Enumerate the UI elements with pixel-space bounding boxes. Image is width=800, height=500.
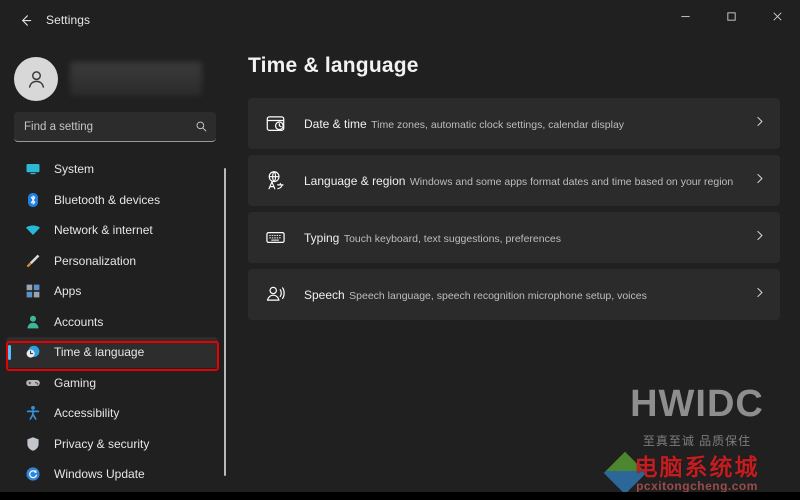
sidebar-item-accounts[interactable]: Accounts	[6, 307, 218, 338]
speech-person-icon	[264, 284, 286, 306]
settings-card-speech[interactable]: Speech Speech language, speech recogniti…	[248, 269, 780, 320]
sidebar-item-label: System	[54, 162, 95, 177]
settings-card-list: Date & time Time zones, automatic clock …	[228, 98, 800, 320]
window-controls	[662, 0, 800, 32]
card-title: Typing	[304, 230, 340, 245]
back-arrow-icon	[21, 14, 31, 26]
sidebar-item-bluetooth-devices[interactable]: Bluetooth & devices	[6, 185, 218, 216]
sidebar-item-label: Bluetooth & devices	[54, 192, 161, 207]
sidebar-item-personalization[interactable]: Personalization	[6, 246, 218, 277]
gamepad-icon	[24, 374, 41, 391]
settings-card-date-time[interactable]: Date & time Time zones, automatic clock …	[248, 98, 780, 149]
keyboard-icon	[264, 227, 286, 249]
wifi-icon	[24, 222, 41, 239]
accessibility-person-icon	[24, 405, 41, 422]
sidebar-item-privacy-security[interactable]: Privacy & security	[6, 429, 218, 460]
refresh-circle-icon	[24, 466, 41, 483]
bottom-edge-mask	[0, 492, 800, 500]
card-subtitle: Time zones, automatic clock settings, ca…	[371, 118, 625, 131]
sidebar-item-label: Apps	[54, 284, 82, 299]
language-globe-icon	[264, 170, 286, 192]
sidebar-scrollbar[interactable]	[224, 168, 226, 500]
settings-card-typing[interactable]: Typing Touch keyboard, text suggestions,…	[248, 212, 780, 263]
close-icon	[773, 12, 781, 20]
sidebar-item-label: Time & language	[54, 345, 145, 360]
settings-card-language-region[interactable]: Language & region Windows and some apps …	[248, 155, 780, 206]
sidebar-item-gaming[interactable]: Gaming	[6, 368, 218, 399]
clock-globe-icon	[24, 344, 41, 361]
card-title: Speech	[304, 287, 345, 302]
selection-indicator	[8, 345, 11, 360]
sidebar: System Bluetooth & devices	[0, 40, 228, 500]
monitor-icon	[24, 161, 41, 178]
chevron-right-icon	[753, 286, 766, 304]
sidebar-item-label: Personalization	[54, 253, 137, 268]
sidebar-item-label: Windows Update	[54, 467, 145, 482]
card-subtitle: Touch keyboard, text suggestions, prefer…	[343, 232, 561, 245]
chevron-right-icon	[753, 172, 766, 190]
back-button[interactable]	[8, 5, 42, 35]
minimize-button[interactable]	[662, 0, 708, 32]
settings-card-text: Speech Speech language, speech recogniti…	[304, 286, 753, 304]
sidebar-item-label: Accessibility	[54, 406, 120, 421]
card-subtitle: Windows and some apps format dates and t…	[409, 175, 734, 188]
account-header[interactable]	[0, 40, 228, 106]
sidebar-item-label: Network & internet	[54, 223, 153, 238]
sidebar-item-windows-update[interactable]: Windows Update	[6, 459, 218, 490]
chevron-right-icon	[753, 229, 766, 247]
person-icon	[24, 313, 41, 330]
sidebar-item-apps[interactable]: Apps	[6, 276, 218, 307]
main-content: Time & language Date & time Time zones, …	[228, 40, 800, 500]
maximize-button[interactable]	[708, 0, 754, 32]
close-button[interactable]	[754, 0, 800, 32]
sidebar-item-network-internet[interactable]: Network & internet	[6, 215, 218, 246]
sidebar-item-time-language[interactable]: Time & language	[6, 337, 218, 368]
app-title: Settings	[46, 13, 91, 27]
search-box[interactable]	[14, 112, 216, 142]
calendar-clock-icon	[264, 113, 286, 135]
search-input[interactable]	[24, 120, 195, 133]
title-bar: Settings	[0, 0, 800, 40]
apps-grid-icon	[24, 283, 41, 300]
minimize-icon	[680, 15, 690, 17]
sidebar-item-label: Gaming	[54, 375, 97, 390]
page-title: Time & language	[248, 54, 419, 77]
sidebar-item-system[interactable]: System	[6, 154, 218, 185]
settings-card-text: Typing Touch keyboard, text suggestions,…	[304, 229, 753, 247]
paintbrush-icon	[24, 252, 41, 269]
card-subtitle: Speech language, speech recognition micr…	[349, 289, 647, 302]
sidebar-nav: System Bluetooth & devices Network & int…	[0, 154, 228, 500]
maximize-icon	[726, 11, 736, 21]
card-title: Date & time	[304, 116, 367, 131]
shield-icon	[24, 435, 41, 452]
person-avatar-icon	[28, 70, 44, 88]
settings-window: Settings Find a setting System Bluetooth…	[0, 0, 800, 500]
sidebar-item-label: Accounts	[54, 314, 104, 329]
avatar	[14, 57, 58, 101]
account-name-redacted	[70, 62, 202, 96]
search-icon	[196, 121, 207, 132]
settings-card-text: Language & region Windows and some apps …	[304, 172, 753, 190]
sidebar-item-accessibility[interactable]: Accessibility	[6, 398, 218, 429]
sidebar-item-label: Privacy & security	[54, 436, 150, 451]
card-title: Language & region	[304, 173, 406, 188]
chevron-right-icon	[753, 115, 766, 133]
settings-card-text: Date & time Time zones, automatic clock …	[304, 115, 753, 133]
sidebar-scrollbar-thumb[interactable]	[224, 168, 226, 476]
bluetooth-icon	[24, 191, 41, 208]
